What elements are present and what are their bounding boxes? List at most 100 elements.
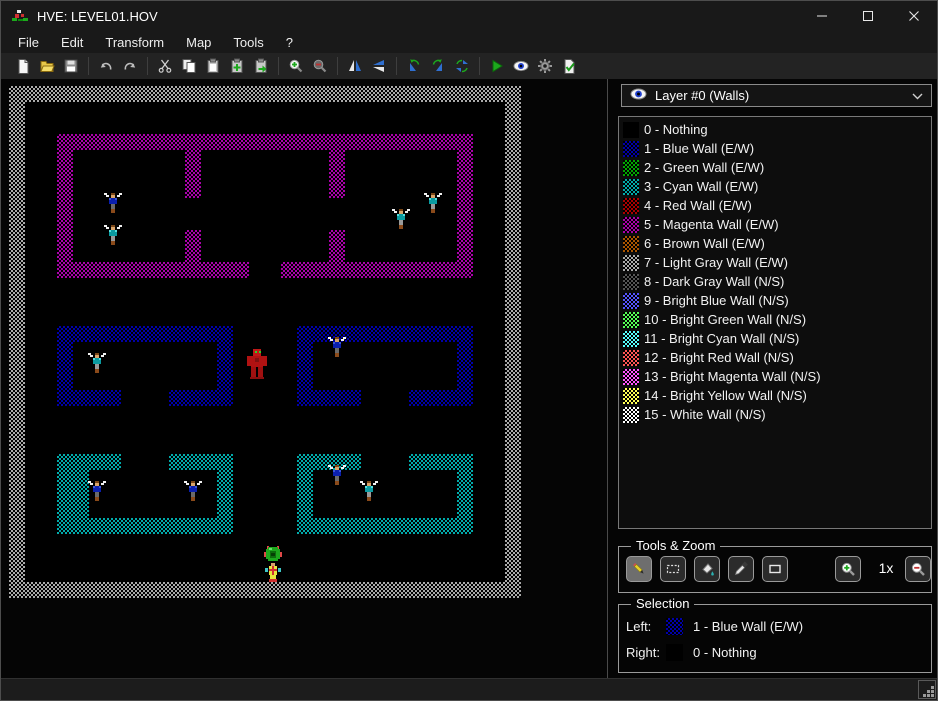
map-wall-tile[interactable] bbox=[137, 518, 153, 534]
map-wall-tile[interactable] bbox=[441, 134, 457, 150]
map-wall-tile[interactable] bbox=[489, 86, 505, 102]
map-wall-tile[interactable] bbox=[105, 518, 121, 534]
map-wall-tile[interactable] bbox=[265, 86, 281, 102]
map-wall-tile[interactable] bbox=[457, 486, 473, 502]
map-wall-tile[interactable] bbox=[89, 582, 105, 598]
menu-edit[interactable]: Edit bbox=[50, 33, 94, 52]
map-wall-tile[interactable] bbox=[217, 454, 233, 470]
map-wall-tile[interactable] bbox=[57, 454, 73, 470]
map-wall-tile[interactable] bbox=[297, 374, 313, 390]
map-wall-tile[interactable] bbox=[457, 582, 473, 598]
map-wall-tile[interactable] bbox=[361, 262, 377, 278]
map-wall-tile[interactable] bbox=[73, 486, 89, 502]
map-wall-tile[interactable] bbox=[9, 86, 25, 102]
map-wall-tile[interactable] bbox=[217, 326, 233, 342]
map-wall-tile[interactable] bbox=[105, 390, 121, 406]
map-wall-tile[interactable] bbox=[297, 326, 313, 342]
map-wall-tile[interactable] bbox=[9, 582, 25, 598]
map-wall-tile[interactable] bbox=[393, 326, 409, 342]
map-wall-tile[interactable] bbox=[57, 582, 73, 598]
map-wall-tile[interactable] bbox=[201, 86, 217, 102]
map-wall-tile[interactable] bbox=[57, 134, 73, 150]
map-wall-tile[interactable] bbox=[9, 310, 25, 326]
map-wall-tile[interactable] bbox=[457, 358, 473, 374]
map-wall-tile[interactable] bbox=[9, 550, 25, 566]
map-wall-tile[interactable] bbox=[281, 262, 297, 278]
map-wall-tile[interactable] bbox=[121, 86, 137, 102]
map-wall-tile[interactable] bbox=[265, 582, 281, 598]
map-wall-tile[interactable] bbox=[425, 518, 441, 534]
map-wall-tile[interactable] bbox=[153, 86, 169, 102]
map-wall-tile[interactable] bbox=[73, 326, 89, 342]
toolbar-rotate-cw-button[interactable] bbox=[426, 55, 450, 77]
map-wall-tile[interactable] bbox=[313, 454, 329, 470]
tool-picker-button[interactable] bbox=[728, 556, 754, 582]
map-wall-tile[interactable] bbox=[73, 134, 89, 150]
map-wall-tile[interactable] bbox=[41, 582, 57, 598]
map-wall-tile[interactable] bbox=[233, 582, 249, 598]
menu-map[interactable]: Map bbox=[175, 33, 222, 52]
map-wall-tile[interactable] bbox=[121, 326, 137, 342]
map-wall-tile[interactable] bbox=[297, 518, 313, 534]
toolbar-eye-button[interactable] bbox=[509, 55, 533, 77]
map-wall-tile[interactable] bbox=[169, 454, 185, 470]
toolbar-validate-button[interactable] bbox=[557, 55, 581, 77]
map-wall-tile[interactable] bbox=[9, 246, 25, 262]
map-wall-tile[interactable] bbox=[457, 198, 473, 214]
map-wall-tile[interactable] bbox=[457, 342, 473, 358]
toolbar-undo-button[interactable] bbox=[94, 55, 118, 77]
map-wall-tile[interactable] bbox=[457, 502, 473, 518]
map-wall-tile[interactable] bbox=[505, 438, 521, 454]
tile-list-item-14[interactable]: 14 - Bright Yellow Wall (N/S) bbox=[619, 386, 931, 405]
tile-list-item-0[interactable]: 0 - Nothing bbox=[619, 120, 931, 139]
map-wall-tile[interactable] bbox=[89, 518, 105, 534]
map-wall-tile[interactable] bbox=[57, 358, 73, 374]
map-wall-tile[interactable] bbox=[505, 406, 521, 422]
map-wall-tile[interactable] bbox=[425, 86, 441, 102]
map-wall-tile[interactable] bbox=[57, 486, 73, 502]
tile-list-item-8[interactable]: 8 - Dark Gray Wall (N/S) bbox=[619, 272, 931, 291]
map-wall-tile[interactable] bbox=[505, 86, 521, 102]
map-wall-tile[interactable] bbox=[137, 86, 153, 102]
map-wall-tile[interactable] bbox=[313, 134, 329, 150]
map-wall-tile[interactable] bbox=[297, 390, 313, 406]
map-wall-tile[interactable] bbox=[201, 326, 217, 342]
map-wall-tile[interactable] bbox=[169, 134, 185, 150]
map-wall-tile[interactable] bbox=[217, 262, 233, 278]
map-wall-tile[interactable] bbox=[473, 86, 489, 102]
map-wall-tile[interactable] bbox=[505, 550, 521, 566]
tool-fill-button[interactable] bbox=[694, 556, 720, 582]
tool-rectangle-button[interactable] bbox=[762, 556, 788, 582]
map-wall-tile[interactable] bbox=[169, 518, 185, 534]
map-wall-tile[interactable] bbox=[505, 166, 521, 182]
tile-list-item-11[interactable]: 11 - Bright Cyan Wall (N/S) bbox=[619, 329, 931, 348]
map-wall-tile[interactable] bbox=[185, 582, 201, 598]
map-wall-tile[interactable] bbox=[505, 486, 521, 502]
map-wall-tile[interactable] bbox=[105, 262, 121, 278]
map-wall-tile[interactable] bbox=[297, 342, 313, 358]
toolbar-play-button[interactable] bbox=[485, 55, 509, 77]
map-wall-tile[interactable] bbox=[345, 582, 361, 598]
map-wall-tile[interactable] bbox=[57, 246, 73, 262]
map-wall-tile[interactable] bbox=[185, 166, 201, 182]
map-wall-tile[interactable] bbox=[89, 262, 105, 278]
menu-tools[interactable]: Tools bbox=[222, 33, 274, 52]
map-wall-tile[interactable] bbox=[201, 262, 217, 278]
toolbar-paste-go-button[interactable] bbox=[249, 55, 273, 77]
map-wall-tile[interactable] bbox=[409, 390, 425, 406]
map-wall-tile[interactable] bbox=[329, 518, 345, 534]
map-wall-tile[interactable] bbox=[393, 262, 409, 278]
map-wall-tile[interactable] bbox=[441, 86, 457, 102]
map-wall-tile[interactable] bbox=[9, 566, 25, 582]
map-wall-tile[interactable] bbox=[505, 294, 521, 310]
tile-list-item-3[interactable]: 3 - Cyan Wall (E/W) bbox=[619, 177, 931, 196]
map-wall-tile[interactable] bbox=[505, 214, 521, 230]
map-wall-tile[interactable] bbox=[9, 390, 25, 406]
map-wall-tile[interactable] bbox=[377, 326, 393, 342]
map-wall-tile[interactable] bbox=[297, 582, 313, 598]
map-wall-tile[interactable] bbox=[393, 134, 409, 150]
map-wall-tile[interactable] bbox=[425, 134, 441, 150]
map-wall-tile[interactable] bbox=[505, 502, 521, 518]
map-wall-tile[interactable] bbox=[9, 230, 25, 246]
map-wall-tile[interactable] bbox=[505, 358, 521, 374]
